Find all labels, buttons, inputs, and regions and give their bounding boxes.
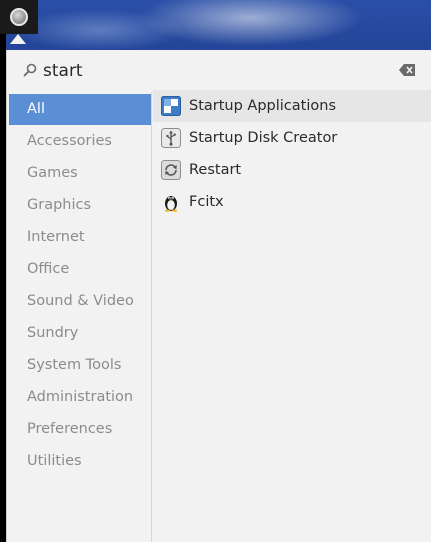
category-sound-video[interactable]: Sound & Video bbox=[9, 286, 151, 317]
category-games[interactable]: Games bbox=[9, 158, 151, 189]
penguin-icon bbox=[164, 196, 178, 212]
search-input[interactable] bbox=[43, 58, 383, 84]
result-restart[interactable]: Restart bbox=[153, 154, 431, 186]
popup-pointer bbox=[10, 34, 26, 44]
result-startup-applications[interactable]: Startup Applications bbox=[153, 90, 431, 122]
category-sidebar: All Accessories Games Graphics Internet … bbox=[7, 92, 152, 542]
clear-icon[interactable] bbox=[399, 64, 415, 76]
menu-ring-icon bbox=[10, 8, 28, 26]
category-administration[interactable]: Administration bbox=[9, 382, 151, 413]
search-bar bbox=[7, 50, 431, 92]
category-preferences[interactable]: Preferences bbox=[9, 414, 151, 445]
menu-button[interactable] bbox=[0, 0, 38, 34]
search-results: Startup Applications Startup Disk Creato… bbox=[153, 90, 431, 542]
category-graphics[interactable]: Graphics bbox=[9, 190, 151, 221]
category-accessories[interactable]: Accessories bbox=[9, 126, 151, 157]
search-icon bbox=[23, 63, 37, 77]
result-label: Fcitx bbox=[189, 194, 224, 210]
application-menu: All Accessories Games Graphics Internet … bbox=[6, 50, 431, 542]
usb-disk-icon bbox=[161, 128, 181, 148]
result-label: Startup Disk Creator bbox=[189, 130, 338, 146]
category-internet[interactable]: Internet bbox=[9, 222, 151, 253]
result-label: Startup Applications bbox=[189, 98, 336, 114]
result-label: Restart bbox=[189, 162, 242, 178]
startup-applications-icon bbox=[161, 96, 181, 116]
category-office[interactable]: Office bbox=[9, 254, 151, 285]
result-startup-disk-creator[interactable]: Startup Disk Creator bbox=[153, 122, 431, 154]
category-system-tools[interactable]: System Tools bbox=[9, 350, 151, 381]
category-utilities[interactable]: Utilities bbox=[9, 446, 151, 477]
category-sundry[interactable]: Sundry bbox=[9, 318, 151, 349]
restart-icon bbox=[161, 160, 181, 180]
category-all[interactable]: All bbox=[9, 94, 151, 125]
result-fcitx[interactable]: Fcitx bbox=[153, 186, 431, 218]
